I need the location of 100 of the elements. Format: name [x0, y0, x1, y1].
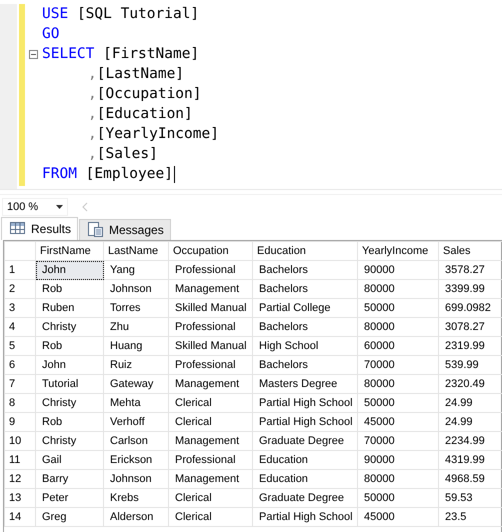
collapse-icon[interactable]	[29, 50, 38, 58]
caret-icon	[56, 205, 63, 209]
column-header[interactable]: YearlyIncome	[358, 242, 438, 260]
table-cell: Management	[168, 470, 252, 488]
column-header[interactable]: Occupation	[168, 242, 252, 260]
table-cell: Graduate Degree	[252, 488, 358, 508]
table-cell: Carlson	[104, 432, 168, 450]
table-cell: Management	[168, 374, 252, 394]
row-number: 4	[4, 318, 36, 336]
table-cell: 80000	[358, 318, 438, 336]
code-line: SELECT [FirstName]	[42, 46, 200, 62]
row-number: 13	[4, 488, 36, 508]
code-line: ,[YearlyIncome]	[88, 126, 219, 142]
table-cell: John	[36, 356, 104, 374]
table-cell: Barry	[36, 470, 104, 488]
row-number: 2	[4, 280, 36, 298]
table-cell: Management	[168, 432, 252, 450]
tab[interactable]: Messages	[79, 219, 171, 240]
table-cell: Masters Degree	[252, 374, 358, 394]
table-cell: 45000	[358, 412, 438, 432]
table-cell: Ruben	[36, 298, 104, 318]
row-number: 9	[4, 412, 36, 432]
row-number: 10	[4, 432, 36, 450]
tab[interactable]: Results	[1, 217, 78, 240]
table-cell: Partial High School	[252, 508, 358, 526]
row-number: 7	[4, 374, 36, 394]
table-cell: Graduate Degree	[252, 432, 358, 450]
column-header[interactable]: LastName	[104, 242, 168, 260]
table-cell: Mehta	[104, 394, 168, 412]
column-header[interactable]: Education	[252, 242, 358, 260]
table-cell: 80000	[358, 374, 438, 394]
scroll-left-icon	[82, 202, 88, 212]
table-cell: Rob	[36, 412, 104, 432]
table-cell: Partial High School	[252, 394, 358, 412]
row-number: 6	[4, 356, 36, 374]
code-line: GO	[42, 26, 60, 42]
table-cell: Professional	[168, 450, 252, 470]
table-cell: 60000	[358, 336, 438, 356]
table-cell: Clerical	[168, 412, 252, 432]
table-cell: Partial High School	[252, 412, 358, 432]
table-cell: Krebs	[104, 488, 168, 508]
code-line: ,[LastName]	[88, 66, 184, 82]
table-cell: Rob	[36, 336, 104, 356]
table-cell: Skilled Manual	[168, 298, 252, 318]
table-cell: Christy	[36, 318, 104, 336]
table-cell: Partial College	[252, 298, 358, 318]
table-cell: Erickson	[104, 450, 168, 470]
row-number: 11	[4, 450, 36, 470]
table-cell: 50000	[358, 298, 438, 318]
document-icon	[88, 222, 104, 237]
grid-icon	[10, 221, 25, 236]
table-cell: Professional	[168, 318, 252, 336]
table-cell: Peter	[36, 488, 104, 508]
table-cell: Johnson	[104, 280, 168, 298]
row-number: 5	[4, 336, 36, 356]
table-cell: High School	[252, 336, 358, 356]
table-cell: Torres	[104, 298, 168, 318]
code-line: FROM [Employee]	[42, 166, 173, 182]
table-cell: John	[36, 260, 104, 280]
table-cell: Professional	[168, 260, 252, 280]
table-cell: 70000	[358, 356, 438, 374]
row-number: 8	[4, 394, 36, 412]
table-cell: Alderson	[104, 508, 168, 526]
table-cell: Bachelors	[252, 318, 358, 336]
table-cell: Zhu	[104, 318, 168, 336]
table-cell: Christy	[36, 394, 104, 412]
table-cell: 90000	[358, 260, 438, 280]
column-header[interactable]: Sales	[438, 242, 502, 260]
table-cell: Professional	[168, 356, 252, 374]
row-number: 3	[4, 298, 36, 318]
table-cell: 50000	[358, 488, 438, 508]
table-cell: Huang	[104, 336, 168, 356]
table-cell: Clerical	[168, 508, 252, 526]
table-cell: Gateway	[104, 374, 168, 394]
table-cell: Management	[168, 280, 252, 298]
table-cell: 70000	[358, 432, 438, 450]
table-cell: 80000	[358, 280, 438, 298]
row-number: 12	[4, 470, 36, 488]
code-line: ,[Sales]	[88, 146, 158, 162]
table-cell: Bachelors	[252, 260, 358, 280]
table-cell: Clerical	[168, 394, 252, 412]
zoom-dropdown[interactable]: 100 %	[2, 198, 68, 216]
table-cell: Rob	[36, 280, 104, 298]
table-cell: Gail	[36, 450, 104, 470]
code-line: ,[Occupation]	[88, 86, 202, 102]
row-number: 14	[4, 508, 36, 526]
table-cell: Christy	[36, 432, 104, 450]
table-cell: Education	[252, 450, 358, 470]
table-cell: Verhoff	[104, 412, 168, 432]
table-cell: Education	[252, 470, 358, 488]
table-cell: Ruiz	[104, 356, 168, 374]
table-cell: Skilled Manual	[168, 336, 252, 356]
table-cell: 45000	[358, 508, 438, 526]
table-cell: Yang	[104, 260, 168, 280]
table-cell: Greg	[36, 508, 104, 526]
code-line: ,[Education]	[88, 106, 193, 122]
table-cell: Bachelors	[252, 280, 358, 298]
table-cell: 80000	[358, 470, 438, 488]
table-cell: Bachelors	[252, 356, 358, 374]
table-cell: 90000	[358, 450, 438, 470]
